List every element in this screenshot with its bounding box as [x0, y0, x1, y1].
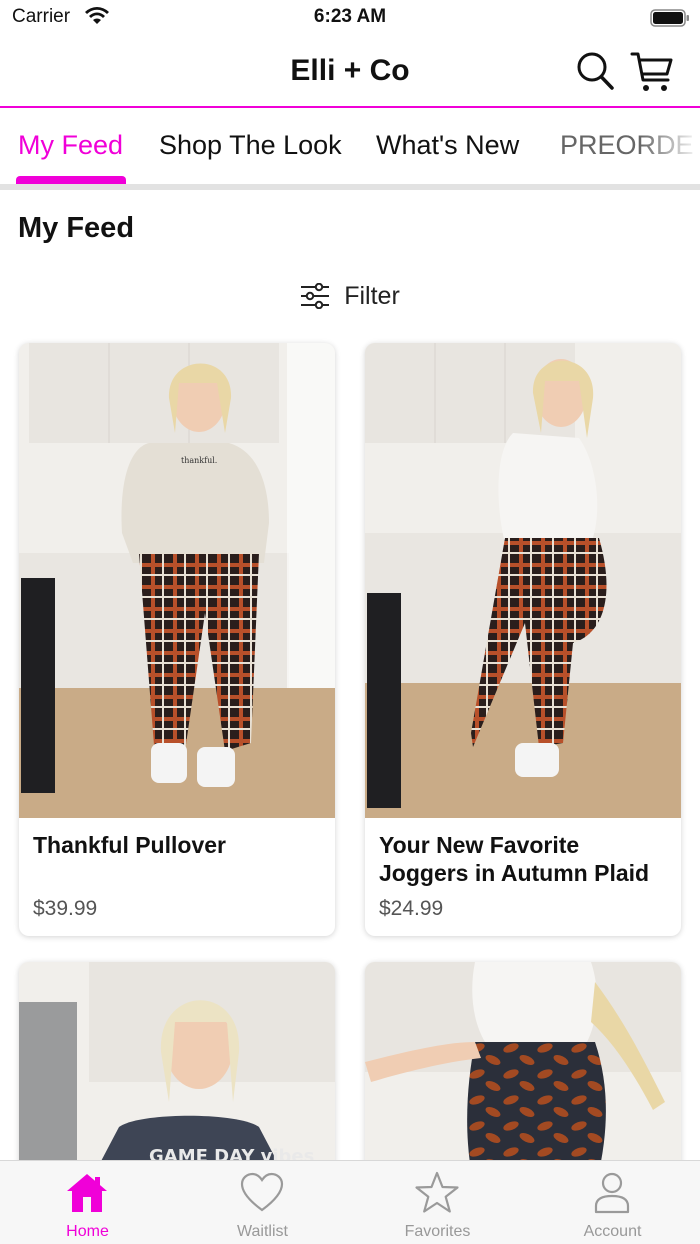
heart-icon — [240, 1172, 284, 1212]
product-name: Your New Favorite Joggers in Autumn Plai… — [379, 832, 650, 886]
product-name: Thankful Pullover — [33, 832, 226, 858]
shirt-print-text: thankful. — [181, 456, 217, 465]
product-card[interactable]: thankful. Thankful Pullover $39.99 — [19, 343, 335, 936]
tabbar-label: Waitlist — [237, 1223, 288, 1240]
category-tabs: My Feed Shop The Look What's New PREORDE — [0, 110, 700, 190]
product-price: $39.99 — [33, 897, 98, 920]
battery-icon — [650, 9, 689, 27]
feed-title: My Feed — [18, 212, 135, 244]
tabbar-account[interactable]: Account — [525, 1161, 700, 1244]
filter-button[interactable]: Filter — [0, 278, 700, 314]
tab-my-feed[interactable]: My Feed — [18, 130, 123, 161]
app-header: Elli + Co — [0, 36, 700, 108]
tab-shop-the-look[interactable]: Shop The Look — [159, 130, 342, 161]
person-icon — [594, 1172, 630, 1214]
bottom-tab-bar: Home Waitlist Favorites Account — [0, 1160, 700, 1244]
sliders-icon — [301, 283, 330, 309]
tabbar-favorites[interactable]: Favorites — [350, 1161, 525, 1244]
status-time: 6:23 AM — [313, 6, 387, 27]
product-image: thankful. — [19, 343, 335, 818]
filter-label: Filter — [344, 281, 400, 310]
home-icon — [67, 1174, 107, 1212]
tabbar-label: Account — [583, 1223, 642, 1240]
tab-whats-new[interactable]: What's New — [376, 130, 519, 161]
tabbar-home[interactable]: Home — [0, 1161, 175, 1244]
tabbar-label: Home — [66, 1223, 109, 1240]
search-icon[interactable] — [576, 50, 616, 92]
tabbar-label: Favorites — [404, 1223, 471, 1240]
tab-scroll-fade — [640, 110, 700, 184]
product-card[interactable]: Your New Favorite Joggers in Autumn Plai… — [365, 343, 681, 936]
tabbar-waitlist[interactable]: Waitlist — [175, 1161, 350, 1244]
active-tab-indicator — [16, 176, 126, 184]
product-image — [365, 343, 681, 818]
cart-icon[interactable] — [630, 50, 674, 94]
status-bar: Carrier 6:23 AM — [0, 0, 700, 36]
product-price: $24.99 — [379, 897, 444, 920]
star-icon — [415, 1171, 459, 1213]
